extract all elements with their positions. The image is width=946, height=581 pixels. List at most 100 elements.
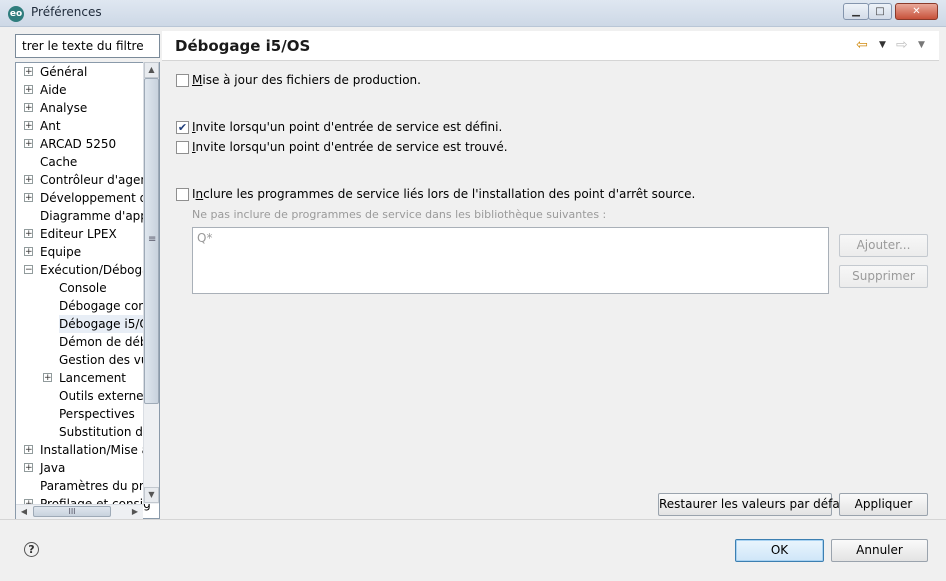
excluded-libraries-hint: Ne pas inclure de programmes de service … [192,208,607,221]
tree-item[interactable]: Perspectives [16,405,146,423]
expand-icon[interactable]: + [24,193,33,203]
window-title: Préférences [31,5,102,19]
tree-item-label: Contrôleur d'agent [40,173,153,187]
scroll-left-arrow-icon[interactable]: ◀ [17,505,31,518]
scroll-up-arrow-icon[interactable]: ▲ [144,62,159,78]
tree-item-label: Aide [40,83,67,97]
tree-item[interactable]: + Lancement [16,369,146,387]
tree-item-label: Développement de [40,191,155,205]
tree-item[interactable]: + Aide [16,81,146,99]
tree-item-label: Diagramme d'appli [40,209,155,223]
remove-library-button[interactable]: Supprimer [839,265,928,288]
tree-item-label: Lancement [59,371,127,385]
tree-item[interactable]: + Editeur LPEX [16,225,146,243]
tree-item-label: Outils externes [59,389,150,403]
update-production-label[interactable]: Mise à jour des fichiers de production. [192,73,421,87]
apply-button[interactable]: Appliquer [839,493,928,516]
tree-item[interactable]: + Analyse [16,99,146,117]
minimize-button[interactable]: ▁ [843,3,869,20]
include-programs-checkbox[interactable] [176,188,189,201]
expand-icon[interactable]: + [24,247,33,257]
tree-item[interactable]: + ARCAD 5250 [16,135,146,153]
excluded-libraries-list[interactable]: Q* [192,227,829,294]
ok-button[interactable]: OK [735,539,824,562]
tree-item-label: Exécution/Débogag [40,263,158,277]
tree-item[interactable]: + Ant [16,117,146,135]
tree-item[interactable]: − Exécution/Débogag [16,261,157,279]
expand-icon[interactable]: + [24,103,33,113]
tree-item[interactable]: Cache [16,153,146,171]
expand-icon[interactable]: + [24,139,33,149]
forward-history-dropdown-icon: ▼ [918,40,925,50]
preferences-tree: + Général + Aide + Analyse + Ant + ARCAD 5250 Cach… [15,62,160,519]
tree-item-label: Equipe [40,245,82,259]
back-history-dropdown-icon[interactable]: ▼ [879,40,886,50]
page-title: Débogage i5/OS [175,37,311,55]
expand-icon[interactable]: + [24,445,33,455]
update-production-checkbox[interactable] [176,74,189,87]
tree-item-label: Ant [40,119,61,133]
tree-item[interactable]: Substitution de [16,423,150,441]
tree-item[interactable]: + Java [16,459,146,477]
tree-item[interactable]: Débogage comp [16,297,158,315]
prompt-found-label[interactable]: Invite lorsqu'un point d'entrée de servi… [192,140,508,154]
tree-item-label: Démon de débo [59,335,155,349]
close-window-button[interactable]: ✕ [895,3,938,20]
vertical-scroll-thumb[interactable]: ≡ [144,78,159,404]
tree-item[interactable]: + Général [16,63,146,81]
separator [0,519,946,520]
tree-item-label: ARCAD 5250 [40,137,117,151]
tree-item-label: Java [40,461,66,475]
tree-item[interactable]: Paramètres du prox [16,477,158,495]
tree-item-label: Cache [40,155,78,169]
forward-arrow-icon: ⇨ [896,37,908,53]
add-library-button[interactable]: Ajouter... [839,234,928,257]
restore-defaults-button[interactable]: Restaurer les valeurs par défaut [658,493,852,516]
tree-item-label: Général [40,65,88,79]
tree-item-label: Substitution de [59,425,151,439]
cancel-button[interactable]: Annuler [831,539,928,562]
tree-item[interactable]: + Contrôleur d'agent [16,171,153,189]
prompt-defined-label[interactable]: Invite lorsqu'un point d'entrée de servi… [192,120,502,134]
checkmark-icon: ✔ [177,121,188,134]
help-icon[interactable]: ? [24,542,39,557]
tree-item[interactable]: Démon de débo [16,333,155,351]
expand-icon[interactable]: + [24,67,33,77]
horizontal-scroll-thumb[interactable]: III [33,506,111,517]
tree-item-label: Console [59,281,107,295]
tree-item[interactable]: Console [16,279,146,297]
filter-input[interactable]: trer le texte du filtre [15,34,160,58]
collapse-icon[interactable]: − [24,265,33,275]
expand-icon[interactable]: + [24,463,33,473]
tree-item-label: Paramètres du prox [40,479,158,493]
tree-item-label: Analyse [40,101,88,115]
prompt-found-checkbox[interactable] [176,141,189,154]
tree-item-label: Débogage i5/OS [59,315,157,333]
scroll-down-arrow-icon[interactable]: ▼ [144,487,159,503]
tree-item-label: Gestion des vue [59,353,156,367]
tree-item-label: Installation/Mise à j [40,443,157,457]
tree-item[interactable]: Débogage i5/OS [16,315,157,333]
include-programs-label[interactable]: Inclure les programmes de service liés l… [192,187,695,201]
expand-icon[interactable]: + [24,85,33,95]
maximize-button[interactable]: □ [868,3,892,20]
list-item[interactable]: Q* [197,231,824,245]
tree-item-label: Editeur LPEX [40,227,117,241]
scroll-right-arrow-icon[interactable]: ▶ [128,505,142,518]
expand-icon[interactable]: + [24,121,33,131]
back-arrow-icon[interactable]: ⇦ [856,37,868,53]
expand-icon[interactable]: + [24,175,33,185]
tree-item[interactable]: Diagramme d'appli [16,207,155,225]
expand-icon[interactable]: + [24,229,33,239]
eclipse-app-icon: eo [8,6,24,22]
tree-item[interactable]: Outils externes [16,387,150,405]
expand-icon[interactable]: + [43,373,52,383]
tree-item-label: Perspectives [59,407,135,421]
tree-item[interactable]: + Equipe [16,243,146,261]
grip-icon: ≡ [148,234,157,245]
tree-item[interactable]: + Installation/Mise à j [16,441,156,459]
tree-item[interactable]: Gestion des vue [16,351,156,369]
title-bar [0,0,946,27]
prompt-defined-checkbox[interactable]: ✔ [176,121,189,134]
tree-item[interactable]: + Développement de [16,189,155,207]
